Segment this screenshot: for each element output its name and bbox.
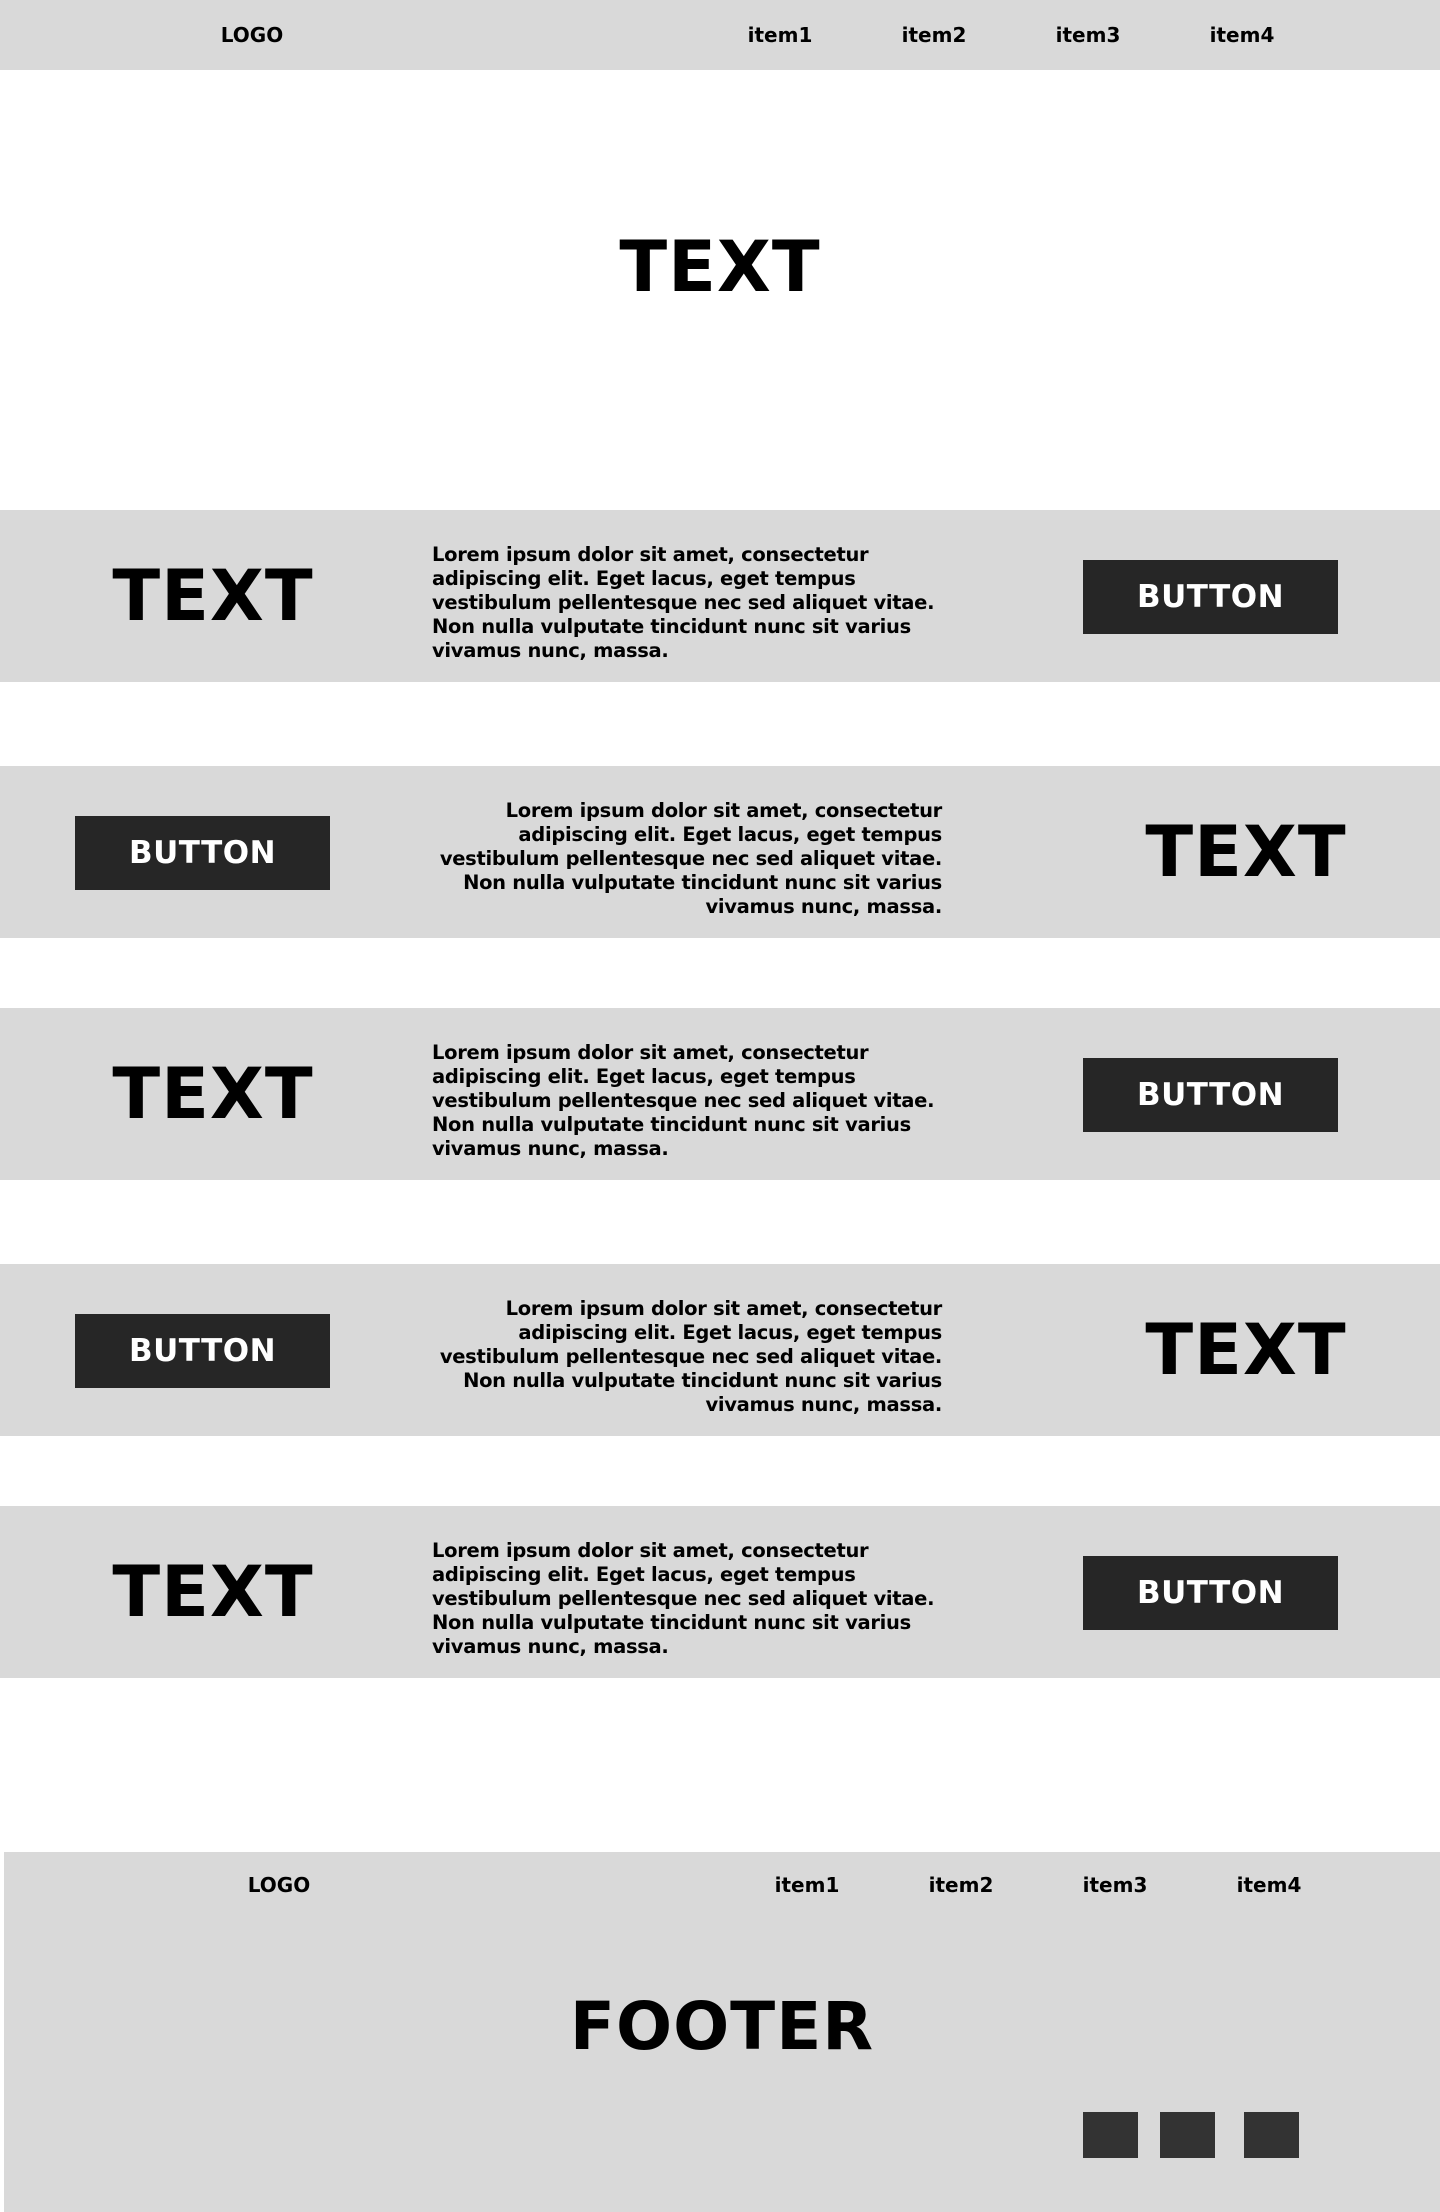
content-section-4: BUTTON Lorem ipsum dolor sit amet, conse… bbox=[0, 1264, 1440, 1436]
section-title: TEXT bbox=[112, 1053, 314, 1135]
header-nav-item1[interactable]: item1 bbox=[748, 0, 813, 70]
social-icon-2[interactable] bbox=[1160, 2112, 1215, 2158]
header-nav-item2[interactable]: item2 bbox=[902, 0, 967, 70]
section-title: TEXT bbox=[112, 555, 314, 637]
section-body-text: Lorem ipsum dolor sit amet, consectetur … bbox=[432, 543, 935, 662]
footer-nav-item2[interactable]: item2 bbox=[929, 1860, 994, 1910]
hero-title: TEXT bbox=[619, 226, 821, 308]
footer-logo[interactable]: LOGO bbox=[248, 1860, 310, 1910]
social-icon-3[interactable] bbox=[1244, 2112, 1299, 2158]
footer-nav-item4[interactable]: item4 bbox=[1237, 1860, 1302, 1910]
footer-title: FOOTER bbox=[569, 1988, 875, 2065]
content-section-2: BUTTON Lorem ipsum dolor sit amet, conse… bbox=[0, 766, 1440, 938]
section-button[interactable]: BUTTON bbox=[75, 1314, 330, 1388]
section-button[interactable]: BUTTON bbox=[75, 816, 330, 890]
section-body-text: Lorem ipsum dolor sit amet, consectetur … bbox=[432, 1539, 935, 1658]
section-title: TEXT bbox=[1145, 1309, 1347, 1391]
content-section-1: TEXT Lorem ipsum dolor sit amet, consect… bbox=[0, 510, 1440, 682]
social-icon-1[interactable] bbox=[1083, 2112, 1138, 2158]
content-section-5: TEXT Lorem ipsum dolor sit amet, consect… bbox=[0, 1506, 1440, 1678]
section-body-text: Lorem ipsum dolor sit amet, consectetur … bbox=[439, 799, 942, 918]
header-logo[interactable]: LOGO bbox=[221, 0, 283, 70]
header-nav-item4[interactable]: item4 bbox=[1210, 0, 1275, 70]
section-body-text: Lorem ipsum dolor sit amet, consectetur … bbox=[439, 1297, 942, 1416]
header: LOGO item1 item2 item3 item4 bbox=[0, 0, 1440, 70]
section-button[interactable]: BUTTON bbox=[1083, 1556, 1338, 1630]
section-button[interactable]: BUTTON bbox=[1083, 1058, 1338, 1132]
section-title: TEXT bbox=[1145, 811, 1347, 893]
section-button[interactable]: BUTTON bbox=[1083, 560, 1338, 634]
content-section-3: TEXT Lorem ipsum dolor sit amet, consect… bbox=[0, 1008, 1440, 1180]
section-title: TEXT bbox=[112, 1551, 314, 1633]
footer-nav-item3[interactable]: item3 bbox=[1083, 1860, 1148, 1910]
footer: LOGO item1 item2 item3 item4 FOOTER bbox=[4, 1852, 1440, 2212]
header-nav-item3[interactable]: item3 bbox=[1056, 0, 1121, 70]
footer-nav-item1[interactable]: item1 bbox=[775, 1860, 840, 1910]
section-body-text: Lorem ipsum dolor sit amet, consectetur … bbox=[432, 1041, 935, 1160]
